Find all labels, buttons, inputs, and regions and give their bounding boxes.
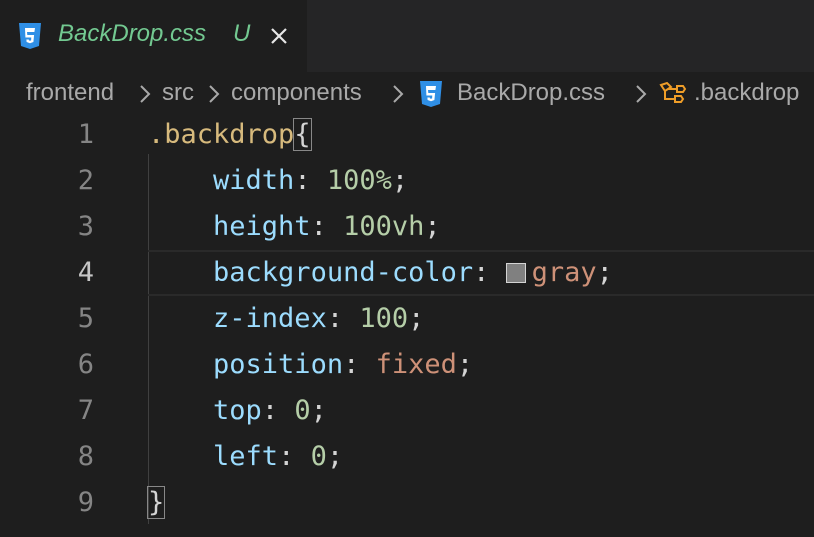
code-line[interactable]: position: fixed;: [148, 342, 473, 388]
line-number: 7: [77, 395, 94, 426]
line-number-active: 4: [77, 257, 94, 288]
css-property: position: [213, 349, 344, 380]
editor-tab[interactable]: BackDrop.css U: [0, 0, 307, 72]
code-line[interactable]: .backdrop{: [148, 112, 312, 158]
chevron-right-icon: [634, 84, 648, 104]
code-line[interactable]: height: 100vh;: [148, 204, 441, 250]
css-property: z-index: [213, 303, 327, 334]
css-value: 0: [294, 395, 311, 426]
open-brace: {: [293, 118, 312, 151]
css-property: width: [213, 165, 295, 196]
css-value: 100%: [326, 165, 392, 196]
close-brace: }: [146, 486, 166, 519]
code-editor[interactable]: 1 2 3 4 5 6 7 8 9 .backdrop{ width: 100%…: [0, 112, 814, 537]
css3-file-icon: [419, 80, 443, 108]
code-line[interactable]: z-index: 100;: [148, 296, 424, 342]
line-number: 2: [77, 165, 94, 196]
line-number: 1: [77, 119, 94, 150]
breadcrumb-item-file[interactable]: BackDrop.css: [457, 79, 605, 107]
css-property: left: [213, 441, 279, 472]
breadcrumb-item-src[interactable]: src: [162, 79, 194, 107]
css3-file-icon: [18, 22, 42, 50]
line-number: 3: [77, 211, 94, 242]
tab-untracked-badge: U: [233, 20, 251, 47]
code-line[interactable]: width: 100%;: [148, 158, 408, 204]
code-line[interactable]: top: 0;: [148, 388, 327, 434]
breadcrumb: frontend src components BackDrop.css .ba…: [0, 72, 814, 116]
breadcrumb-item-components[interactable]: components: [231, 79, 362, 107]
line-number: 5: [77, 303, 94, 334]
breadcrumb-item-frontend[interactable]: frontend: [26, 79, 114, 107]
chevron-right-icon: [138, 84, 152, 104]
chevron-right-icon: [207, 84, 221, 104]
line-number: 8: [77, 441, 94, 472]
css-property: height: [213, 211, 311, 242]
css-property: background-color: [213, 257, 474, 288]
css-value: 100vh: [343, 211, 425, 242]
color-swatch[interactable]: [505, 263, 526, 283]
symbol-class-icon: [659, 81, 687, 103]
tab-title: BackDrop.css: [58, 20, 207, 47]
code-line[interactable]: left: 0;: [148, 434, 343, 480]
code-line[interactable]: background-color: gray;: [148, 250, 613, 296]
css-value: fixed: [375, 349, 457, 380]
css-value: 100: [359, 303, 409, 334]
chevron-right-icon: [391, 84, 405, 104]
tab-bar: BackDrop.css U: [0, 0, 814, 72]
css-value: gray: [531, 257, 597, 288]
css-selector: .backdrop: [148, 119, 295, 150]
css-value: 0: [310, 441, 327, 472]
line-number: 6: [77, 349, 94, 380]
line-number: 9: [77, 487, 94, 518]
code-line[interactable]: }: [146, 480, 166, 526]
close-icon[interactable]: [267, 24, 291, 48]
css-property: top: [213, 395, 262, 426]
breadcrumb-item-symbol[interactable]: .backdrop: [694, 79, 799, 107]
